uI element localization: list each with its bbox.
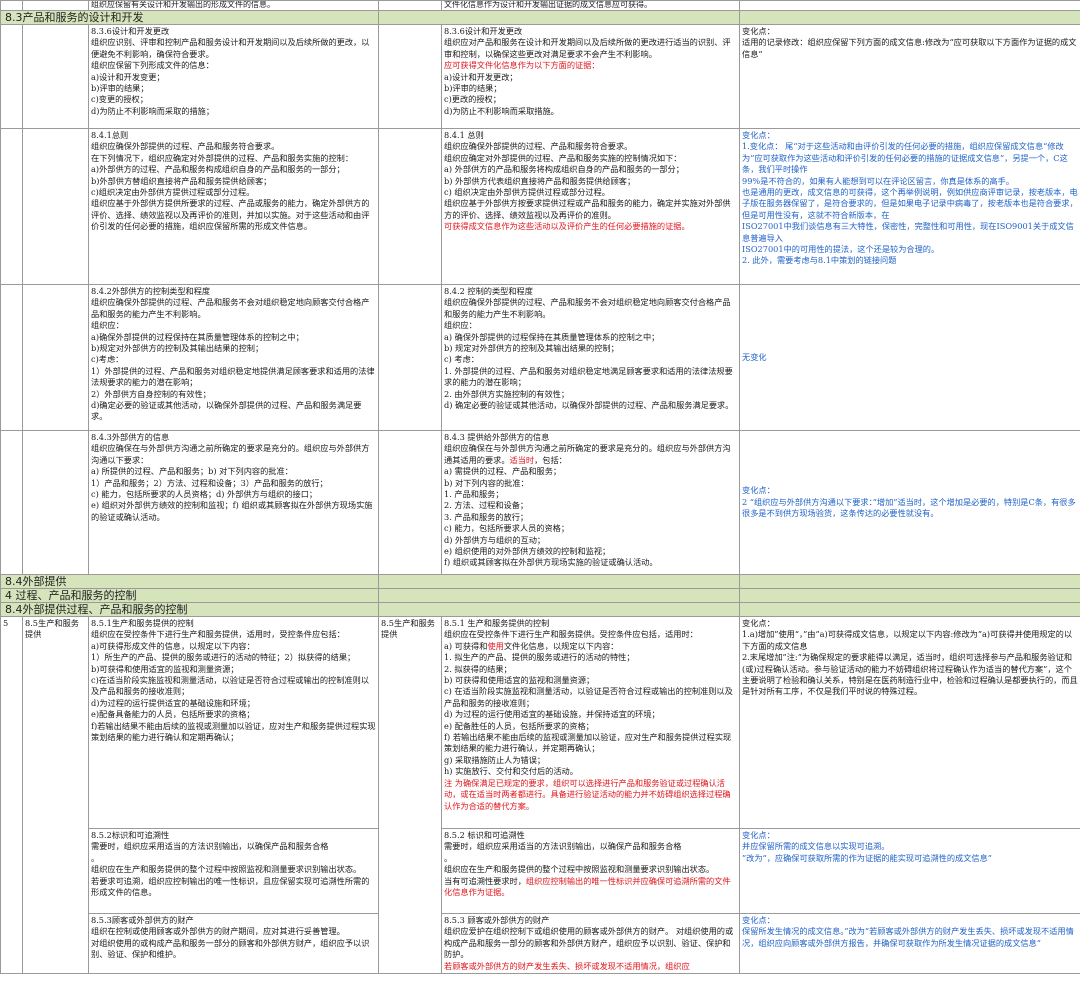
change-note: 变化点： 并应保留所需的成文信息以实现可追溯。 ”改为“，应确保可获取所需的作为…	[739, 828, 1080, 914]
new-clause-text: 8.4.3 提供给外部供方的信息 组织应确保在与外部供方沟通之前所确定的要求是充…	[444, 432, 731, 465]
new-clause-cell: 8.5.2 标识和可追溯性 需要时，组织应采用适当的方法识别输出，以确保产品和服…	[441, 828, 740, 914]
table-row: 8.5.3顾客或外部供方的财产 组织在控制或使用顾客或外部供方的财产期间，应对其…	[1, 912, 1080, 975]
new-clause-highlight: 若顾客或外部供方的财产发生丢失、损坏或发现不适用情况，组织应	[444, 960, 690, 971]
new-clause-cell: 8.5.1 生产和服务提供的控制 组织应在受控条件下进行生产和服务提供。受控条件…	[441, 616, 740, 829]
old-clause-text: 组织应保留有关设计和开发输出的形成文件的信息。	[88, 0, 379, 11]
old-clause-text: 8.3.6设计和开发更改 组织应识别、评审和控制产品和服务设计和开发期间以及后续…	[88, 24, 379, 129]
new-clause-text: ，包括： a) 需提供的过程、产品和服务； b) 对下列内容的批准： 1. 产品…	[444, 454, 658, 568]
old-clause-text: 8.4.3外部供方的信息 组织应确保在与外部供方沟通之前所确定的要求是充分的。组…	[88, 430, 379, 575]
new-clause-text: a)设计和开发更改； b)评审的结果； c)更改的授权； d)为防止不利影响而采…	[444, 71, 559, 116]
new-clause-cell: 8.4.3 提供给外部供方的信息 组织应确保在与外部供方沟通之前所确定的要求是充…	[441, 430, 740, 575]
comparison-table: 组织应保留有关设计和开发输出的形成文件的信息。 文件化信息作为设计和开发输出证据…	[0, 0, 1080, 975]
new-clause-text: 8.5.3 顾客或外部供方的财产 组织应爱护在组织控制下或组织使用的顾客或外部供…	[444, 915, 734, 960]
new-clause-highlight: 使用	[487, 640, 504, 651]
table-row: 8.5.2标识和可追溯性 需要时，组织应采用适当的方法识别输出，以确保产品和服务…	[1, 828, 1080, 914]
section-title: 4 过程、产品和服务的控制	[0, 588, 379, 603]
old-clause-text: 8.5.3顾客或外部供方的财产 组织在控制或使用顾客或外部供方的财产期间，应对其…	[88, 912, 379, 975]
change-note: 变化点： 保留所发生情况的成文信息。”改为“若顾客或外部供方的财产发生丢失、损坏…	[739, 912, 1080, 975]
section-header-row: 8.4外部提供	[0, 574, 1080, 589]
old-clause-text: 8.4.2外部供方的控制类型和程度 组织应确保外部提供的过程、产品和服务不会对组…	[88, 284, 379, 431]
new-clause-cell: 8.5.3 顾客或外部供方的财产 组织应爱护在组织控制下或组织使用的顾客或外部供…	[441, 912, 740, 975]
new-clause-note: 注 为确保满足已规定的要求，组织可以选择进行产品和服务验证或过程确认活动，或在适…	[444, 777, 731, 811]
old-clause-text: 8.5.1生产和服务提供的控制 组织应在受控条件下进行生产和服务提供，适用时，受…	[88, 616, 379, 829]
table-row: 5 8.5生产和服务提供 8.5.1生产和服务提供的控制 组织应在受控条件下进行…	[0, 615, 1080, 975]
new-section-label: 8.5生产和服务提供	[378, 615, 442, 975]
new-clause-text: 8.4.2 控制的类型和程度 组织应确保外部提供的过程、产品和服务不会对组织稳定…	[441, 284, 740, 431]
old-section-label: 8.5生产和服务提供	[22, 615, 89, 975]
table-row: 组织应保留有关设计和开发输出的形成文件的信息。 文件化信息作为设计和开发输出证据…	[0, 0, 1080, 11]
section-header-row: 8.3产品和服务的设计和开发	[0, 10, 1080, 25]
new-clause-cell: 8.4.1 总则 组织应确保外部提供的过程、产品和服务符合要求。 组织应确定对外…	[441, 128, 740, 285]
new-clause-highlight: 适当时	[509, 454, 535, 465]
new-clause-highlight: 应可获得文件化信息作为以下方面的证据：	[444, 60, 600, 71]
section-title: 8.4外部提供	[0, 574, 379, 589]
old-clause-text: 8.5.2标识和可追溯性 需要时，组织应采用适当的方法识别输出，以确保产品和服务…	[88, 828, 379, 914]
change-note: 无变化	[739, 284, 1080, 431]
section-header-row: 8.4外部提供过程、产品和服务的控制	[0, 602, 1080, 617]
section-title: 8.3产品和服务的设计和开发	[0, 10, 379, 25]
table-row: 8.4.2外部供方的控制类型和程度 组织应确保外部提供的过程、产品和服务不会对组…	[0, 284, 1080, 431]
new-clause-text: 文件化信息作为设计和开发输出证据的成文信息应可获得。	[441, 0, 740, 11]
old-clause-text: 8.4.1总则 组织应确保外部提供的过程、产品和服务符合要求。 在下列情况下，组…	[88, 128, 379, 285]
new-clause-highlight: 可获得成文信息作为这些活动以及评价产生的任何必要措施的证据。	[444, 221, 690, 232]
table-row: 8.4.1总则 组织应确保外部提供的过程、产品和服务符合要求。 在下列情况下，组…	[0, 128, 1080, 285]
change-note: 变化点： 1.a)增加”使用“，”由”a)可获得成文信息，以规定以下内容:修改为…	[739, 616, 1080, 829]
new-clause-cell: 8.3.6设计和开发更改 组织应对产品和服务在设计和开发期间以及后续所做的更改进…	[441, 24, 740, 129]
section-header-row: 4 过程、产品和服务的控制	[0, 588, 1080, 603]
new-clause-text: 文件化信息，以规定以下内容： 1. 拟生产的产品、提供的服务或进行的活动的特性；…	[444, 640, 733, 777]
change-note: 变化点： 适用的记录修改：组织应保留下列方面的成文信息:修改为“应可获取以下方面…	[739, 24, 1080, 129]
table-row: 8.3.6设计和开发更改 组织应识别、评审和控制产品和服务设计和开发期间以及后续…	[0, 24, 1080, 129]
new-clause-text: 8.3.6设计和开发更改 组织应对产品和服务在设计和开发期间以及后续所做的更改进…	[444, 26, 731, 59]
change-note: 变化点： 2 “组织应与外部供方沟通以下要求：”增加”适当时，这个增加是必要的，…	[739, 430, 1080, 575]
row-number: 5	[0, 615, 23, 975]
change-note: 变化点： 1.变化点： 尾“对于这些活动和由评价引发的任何必要的措施，组织应保留…	[739, 128, 1080, 285]
new-clause-text: 8.4.1 总则 组织应确保外部提供的过程、产品和服务符合要求。 组织应确定对外…	[444, 130, 731, 220]
table-row: 8.4.3外部供方的信息 组织应确保在与外部供方沟通之前所确定的要求是充分的。组…	[0, 430, 1080, 575]
section-title: 8.4外部提供过程、产品和服务的控制	[0, 602, 379, 617]
